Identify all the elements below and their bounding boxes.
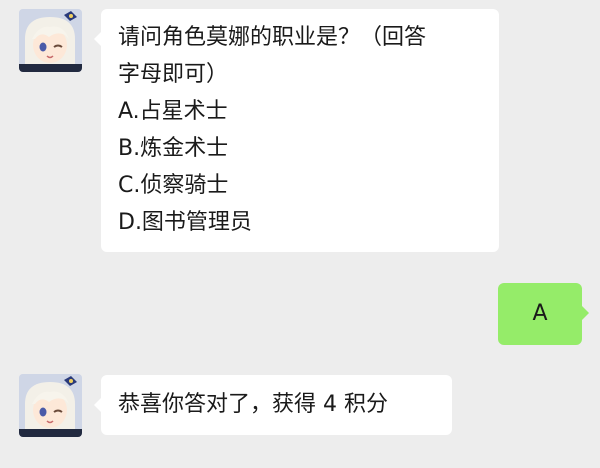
avatar-icon[interactable]: [19, 374, 82, 437]
message-line: B.炼金术士: [118, 136, 229, 161]
message-bubble-question[interactable]: 请问角色莫娜的职业是？（回答 字母即可） A.占星术士 B.炼金术士 C.侦察骑…: [94, 9, 499, 252]
reply-text: A: [532, 301, 548, 326]
message-line: 恭喜你答对了，获得 4 积分: [118, 392, 388, 417]
message-line: A.占星术士: [118, 99, 228, 124]
message-bubble-reply[interactable]: A: [498, 283, 589, 345]
message-line: 请问角色莫娜的职业是？（回答: [118, 25, 427, 50]
avatar-icon[interactable]: [19, 9, 82, 72]
message-line: 字母即可）: [118, 62, 229, 87]
message-line: D.图书管理员: [118, 210, 252, 235]
message-line: C.侦察骑士: [118, 173, 229, 198]
message-bubble-result[interactable]: 恭喜你答对了，获得 4 积分: [94, 375, 452, 435]
